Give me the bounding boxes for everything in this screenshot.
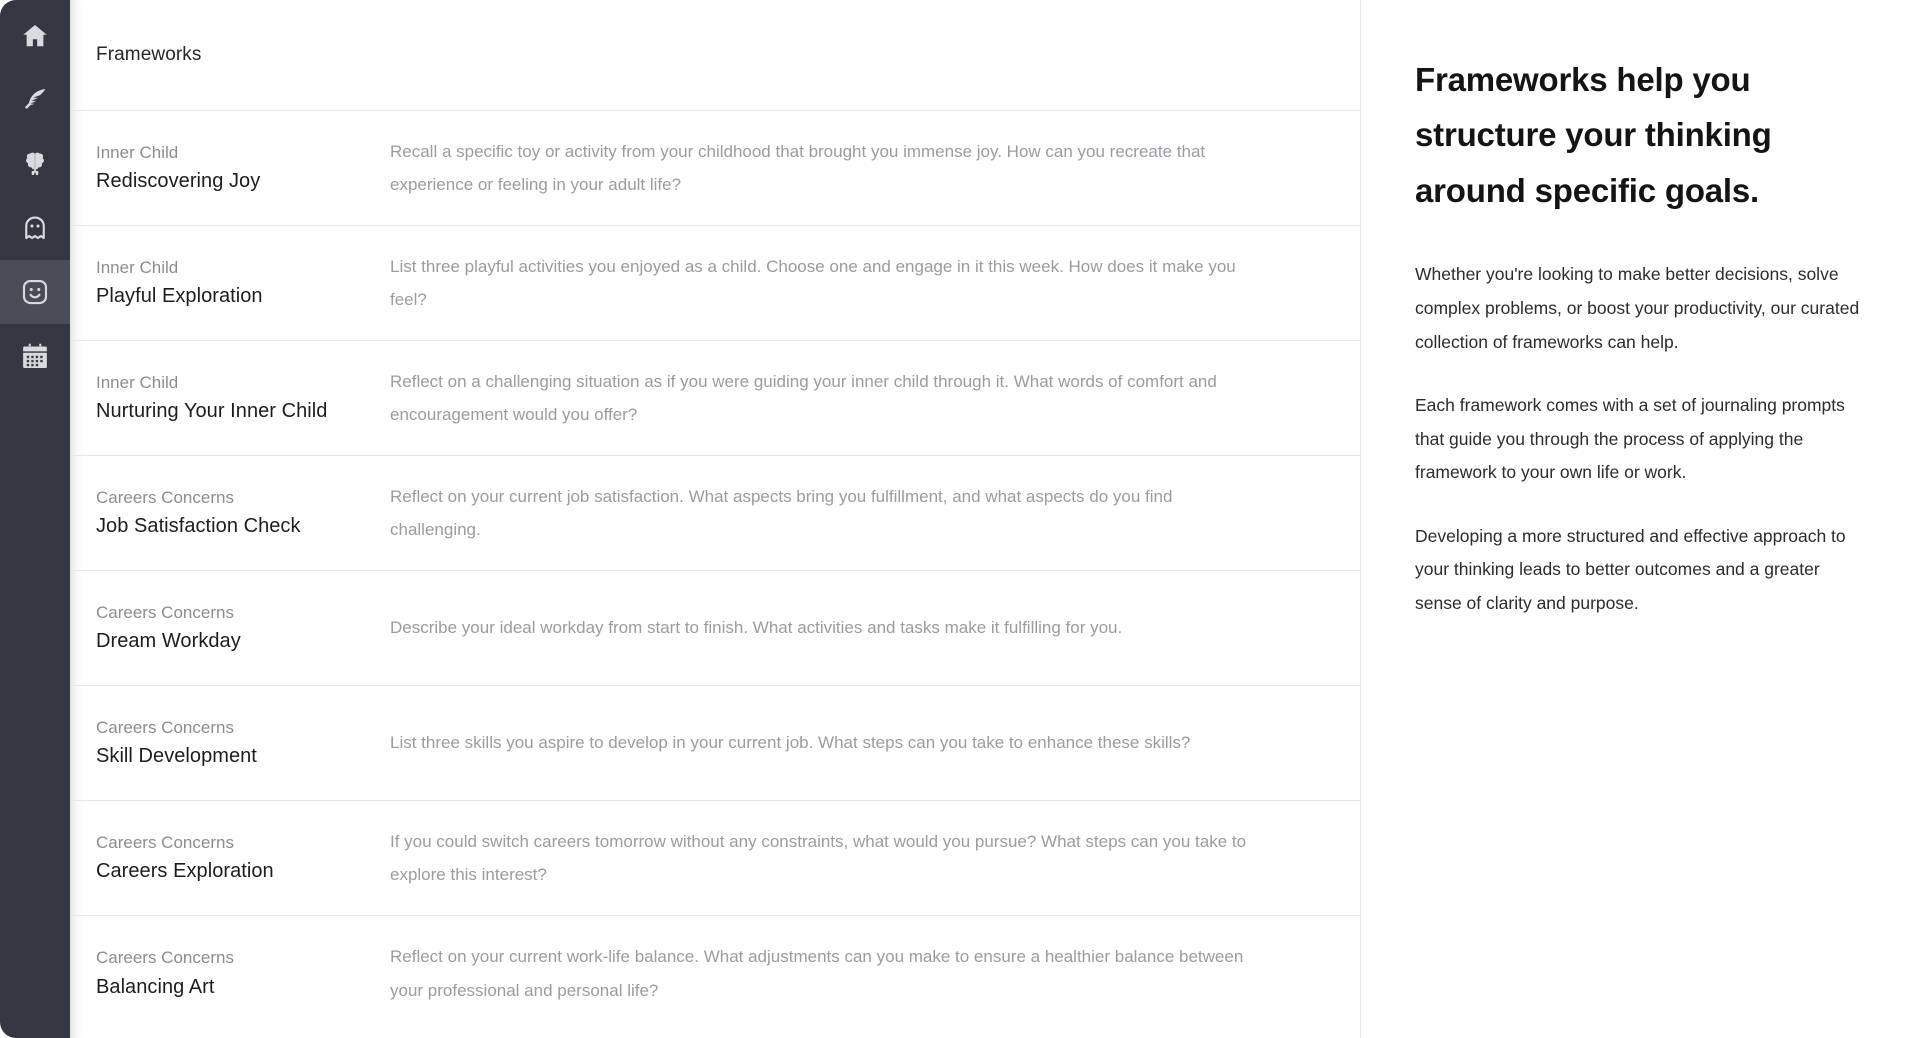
row-title: Playful Exploration	[96, 285, 263, 308]
row-prompt: Recall a specific toy or activity from y…	[390, 141, 1206, 194]
table-row[interactable]: Careers Concerns Dream Workday Describe yo…	[70, 571, 1360, 686]
row-title: Balancing Art	[96, 975, 215, 998]
row-left-cell: Inner Child Rediscovering Joy	[70, 139, 390, 197]
sidebar-item-frameworks[interactable]	[0, 260, 70, 324]
sidebar-rail	[0, 0, 70, 1038]
info-paragraphs: Whether you're looking to make better de…	[1415, 258, 1876, 620]
row-title: Job Satisfaction Check	[96, 515, 301, 538]
row-category: Inner Child	[96, 257, 179, 277]
sidebar-item-journal[interactable]	[0, 68, 70, 132]
row-category: Inner Child	[96, 142, 179, 162]
info-paragraph: Each framework comes with a set of journ…	[1415, 395, 1845, 483]
row-prompt: If you could switch careers tomorrow wit…	[390, 831, 1247, 884]
row-title: Skill Development	[96, 745, 257, 768]
row-prompt: Reflect on a challenging situation as if…	[390, 371, 1217, 424]
row-category: Careers Concerns	[96, 717, 234, 737]
row-prompt: Reflect on your current work-life balanc…	[390, 947, 1244, 1000]
calendar-icon	[20, 341, 50, 371]
sidebar-item-mind[interactable]	[0, 132, 70, 196]
frameworks-row-list: Inner Child Rediscovering Joy Recall a spe…	[70, 111, 1360, 1038]
info-paragraph: Developing a more structured and effecti…	[1415, 525, 1846, 614]
brain-icon	[20, 149, 50, 179]
sidebar-item-ghost[interactable]	[0, 196, 70, 260]
sidebar-item-home[interactable]	[0, 4, 70, 68]
row-category: Careers Concerns	[96, 487, 234, 507]
row-left-cell: Careers Concerns Job Satisfaction Check	[70, 484, 390, 542]
table-row[interactable]: Careers Concerns Balancing Art Reflect on …	[70, 916, 1360, 1031]
row-prompt: List three skills you aspire to develop …	[390, 733, 1191, 753]
row-title: Rediscovering Joy	[96, 170, 261, 193]
row-prompt: Describe your ideal workday from start t…	[390, 618, 1123, 638]
table-row[interactable]: Inner Child Playful Exploration List three…	[70, 226, 1360, 341]
row-category: Careers Concerns	[96, 832, 234, 852]
sidebar-item-calendar[interactable]	[0, 324, 70, 388]
row-category: Inner Child	[96, 372, 179, 392]
row-left-cell: Careers Concerns Dream Workday	[70, 599, 390, 657]
table-row[interactable]: Inner Child Rediscovering Joy Recall a spe…	[70, 111, 1360, 226]
smiley-face-icon	[20, 277, 50, 307]
row-left-cell: Careers Concerns Careers Exploration	[70, 829, 390, 887]
row-prompt: List three playful activities you enjoye…	[390, 256, 1236, 309]
info-panel: Frameworks help you structure your think…	[1360, 0, 1920, 1038]
table-row[interactable]: Inner Child Nurturing Your Inner Child Ref…	[70, 341, 1360, 456]
ghost-icon	[20, 213, 50, 243]
info-paragraph: Whether you're looking to make better de…	[1415, 264, 1860, 352]
home-icon	[20, 21, 50, 51]
feather-icon	[20, 85, 50, 115]
row-left-cell: Careers Concerns Skill Development	[70, 714, 390, 772]
info-heading: Frameworks help you structure your think…	[1415, 61, 1772, 209]
app-window: Frameworks Inner Child Rediscovering Joy R…	[0, 0, 1920, 1038]
list-header: Frameworks	[70, 0, 1360, 111]
row-category: Careers Concerns	[96, 602, 234, 622]
row-prompt: Reflect on your current job satisfaction…	[390, 486, 1173, 539]
row-left-cell: Inner Child Playful Exploration	[70, 254, 390, 312]
page-title: Frameworks	[96, 44, 202, 65]
table-row[interactable]: Careers Concerns Job Satisfaction Check Re…	[70, 456, 1360, 571]
row-title: Nurturing Your Inner Child	[96, 400, 328, 423]
frameworks-list-pane: Frameworks Inner Child Rediscovering Joy R…	[70, 0, 1360, 1038]
row-category: Careers Concerns	[96, 948, 234, 968]
row-title: Careers Exploration	[96, 860, 274, 883]
table-row[interactable]: Careers Concerns Skill Development List th…	[70, 686, 1360, 801]
row-left-cell: Inner Child Nurturing Your Inner Child	[70, 369, 390, 427]
row-left-cell: Careers Concerns Balancing Art	[70, 944, 390, 1002]
row-title: Dream Workday	[96, 630, 241, 653]
table-row[interactable]: Careers Concerns Careers Exploration If yo…	[70, 801, 1360, 916]
